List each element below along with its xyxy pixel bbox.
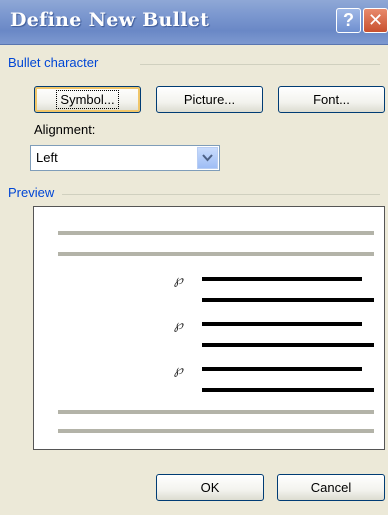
chevron-down-icon[interactable] (197, 147, 218, 169)
cancel-button-label: Cancel (310, 480, 352, 495)
symbol-button-label: Symbol... (56, 90, 119, 109)
bullet-symbol-icon: ℘ (174, 363, 184, 378)
font-button[interactable]: Font... (278, 86, 385, 113)
bullet-symbol-icon: ℘ (174, 318, 184, 333)
symbol-button[interactable]: Symbol... (34, 86, 141, 113)
bullet-symbol-icon: ℘ (174, 273, 184, 288)
preview-text-line (202, 322, 362, 326)
help-icon: ? (343, 10, 354, 30)
preview-pane: ℘ ℘ ℘ (33, 206, 385, 450)
preview-gray-line (58, 429, 374, 433)
preview-gray-line (58, 231, 374, 235)
alignment-select[interactable]: Left (30, 145, 220, 171)
preview-group-label: Preview (8, 185, 55, 200)
bullet-character-divider (140, 64, 380, 65)
preview-text-line (202, 277, 362, 281)
preview-text-line (202, 343, 374, 347)
preview-text-line (202, 298, 374, 302)
alignment-selected-value: Left (36, 150, 58, 165)
close-icon: ✕ (367, 10, 384, 30)
alignment-label: Alignment: (34, 122, 96, 137)
preview-gray-line (58, 410, 374, 414)
close-button[interactable]: ✕ (363, 8, 388, 33)
cancel-button[interactable]: Cancel (277, 474, 385, 501)
preview-text-line (202, 367, 362, 371)
picture-button-label: Picture... (183, 92, 236, 107)
preview-divider (62, 194, 380, 195)
ok-button[interactable]: OK (156, 474, 264, 501)
window-title: Define New Bullet (10, 9, 210, 31)
font-button-label: Font... (313, 92, 350, 107)
bullet-character-group-label: Bullet character (8, 55, 99, 70)
title-bar: Define New Bullet ? ✕ (0, 0, 388, 45)
picture-button[interactable]: Picture... (156, 86, 263, 113)
preview-gray-line (58, 252, 374, 256)
ok-button-label: OK (200, 480, 220, 495)
preview-text-line (202, 388, 374, 392)
help-button[interactable]: ? (336, 8, 361, 33)
